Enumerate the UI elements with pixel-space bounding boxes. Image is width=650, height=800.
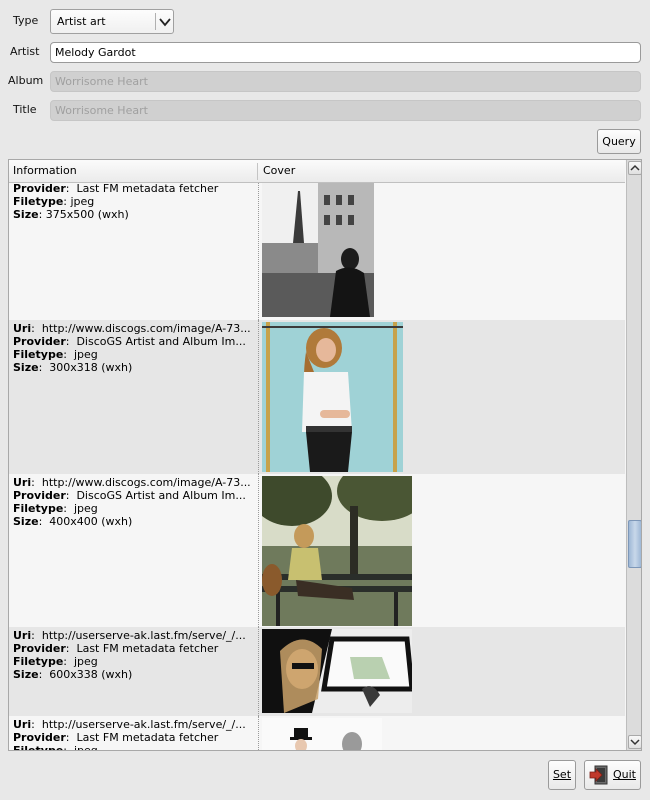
row-info: Uri: http://www.discogs.com/image/A-73..… [13, 322, 257, 374]
uri-line: Uri: http://userserve-ak.last.fm/serve/_… [13, 629, 246, 642]
table-row[interactable]: Uri: http://www.discogs.com/image/A-73..… [9, 320, 625, 474]
row-info: Uri: http://userserve-ak.last.fm/serve/_… [13, 629, 257, 681]
scroll-up-icon[interactable] [628, 161, 641, 175]
size-line: Size: 375x500 (wxh) [13, 208, 129, 221]
column-divider [258, 716, 259, 750]
filetype-line: Filetype: jpeg [13, 348, 98, 361]
header-divider [257, 163, 258, 180]
column-divider [258, 320, 259, 474]
list-header: Information Cover [9, 160, 625, 183]
scroll-down-icon[interactable] [628, 735, 641, 749]
provider-line: Provider: Last FM metadata fetcher [13, 642, 219, 655]
quit-icon [589, 765, 608, 785]
type-label: Type [13, 14, 39, 27]
cover-thumbnail-paris[interactable] [262, 183, 374, 317]
cover-thumbnail-hat[interactable] [262, 718, 382, 751]
cover-thumbnail-car[interactable] [262, 629, 412, 713]
uri-line: Uri: http://www.discogs.com/image/A-73..… [13, 322, 251, 335]
filetype-line: Filetype: jpeg [13, 655, 98, 668]
results-rows: Provider: Last FM metadata fetcher Filet… [9, 183, 625, 751]
filetype-line: Filetype: jpeg [13, 502, 98, 515]
album-label: Album [8, 74, 44, 87]
quit-button-label: Quit [613, 768, 636, 781]
title-field[interactable]: Worrisome Heart [50, 100, 641, 121]
column-header-cover[interactable]: Cover [263, 164, 295, 177]
artist-field[interactable]: Melody Gardot [50, 42, 641, 63]
query-button-label: Query [602, 135, 636, 148]
column-divider [258, 183, 259, 320]
column-divider [258, 627, 259, 716]
column-header-information[interactable]: Information [13, 164, 77, 177]
table-row[interactable]: Provider: Last FM metadata fetcher Filet… [9, 183, 625, 320]
chevron-down-icon [159, 18, 171, 27]
provider-line: Provider: DiscoGS Artist and Album Im... [13, 489, 246, 502]
artist-label: Artist [10, 45, 40, 58]
title-label: Title [13, 103, 37, 116]
row-info: Uri: http://www.discogs.com/image/A-73..… [13, 476, 257, 528]
provider-line: Provider: Last FM metadata fetcher [13, 731, 219, 744]
scrollbar-thumb[interactable] [628, 520, 641, 568]
table-row[interactable]: Uri: http://userserve-ak.last.fm/serve/_… [9, 627, 625, 716]
table-row[interactable]: Uri: http://userserve-ak.last.fm/serve/_… [9, 716, 625, 751]
album-field[interactable]: Worrisome Heart [50, 71, 641, 92]
cover-thumbnail-park-bench[interactable] [262, 476, 412, 626]
size-line: Size: 300x318 (wxh) [13, 361, 133, 374]
combo-separator [155, 13, 156, 30]
type-value: Artist art [57, 15, 106, 28]
cover-thumbnail-teal-wall[interactable] [262, 322, 403, 472]
row-info: Provider: Last FM metadata fetcher Filet… [13, 183, 257, 221]
row-info: Uri: http://userserve-ak.last.fm/serve/_… [13, 718, 257, 751]
filetype-line: Filetype: jpeg [13, 744, 98, 751]
column-divider [258, 474, 259, 627]
filetype-line: Filetype: jpeg [13, 195, 95, 208]
size-line: Size: 400x400 (wxh) [13, 515, 133, 528]
results-list[interactable]: Information Cover Provider: Last FM meta… [8, 159, 642, 751]
vertical-scrollbar[interactable] [626, 160, 641, 750]
provider-line: Provider: DiscoGS Artist and Album Im... [13, 335, 246, 348]
type-combobox[interactable]: Artist art [50, 9, 174, 34]
query-button[interactable]: Query [597, 129, 641, 154]
provider-line: Provider: Last FM metadata fetcher [13, 183, 219, 195]
set-button[interactable]: Set [548, 760, 576, 790]
size-line: Size: 600x338 (wxh) [13, 668, 133, 681]
uri-line: Uri: http://www.discogs.com/image/A-73..… [13, 476, 251, 489]
quit-button[interactable]: Quit [584, 760, 641, 790]
uri-line: Uri: http://userserve-ak.last.fm/serve/_… [13, 718, 246, 731]
table-row[interactable]: Uri: http://www.discogs.com/image/A-73..… [9, 474, 625, 627]
set-button-label: Set [552, 768, 572, 781]
